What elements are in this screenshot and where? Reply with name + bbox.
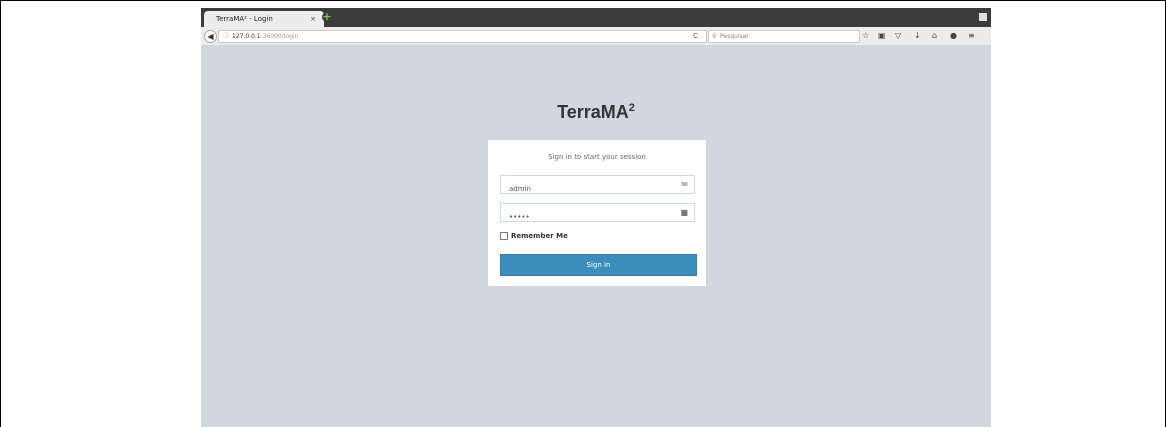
lock-icon: ■ (680, 208, 688, 217)
new-tab-icon[interactable]: + (322, 11, 332, 22)
remember-me-label: Remember Me (511, 232, 568, 240)
info-icon[interactable]: ⓘ (223, 31, 229, 42)
tab-title: TerraMA² - Login (216, 15, 273, 23)
reload-icon[interactable]: C (693, 30, 698, 42)
tab-close-icon[interactable]: × (310, 11, 316, 27)
login-box: Sign in to start your session ✉ ■ Rememb… (488, 140, 706, 286)
navigation-bar: ◀ ⓘ 127.0.0.1:36000/login C ⚲ Pesquisar … (201, 27, 991, 46)
window-icon[interactable] (979, 13, 987, 21)
logo-text: TerraMA (557, 102, 629, 122)
username-field[interactable] (501, 180, 679, 198)
login-box-message: Sign in to start your session (548, 153, 646, 161)
search-icon: ⚲ (712, 33, 717, 40)
chat-icon[interactable]: ● (950, 29, 957, 43)
home-icon[interactable]: ⌂ (932, 29, 937, 43)
url-path: :36000/login (260, 33, 299, 40)
back-arrow-icon[interactable]: ◀ (204, 30, 217, 43)
tab-terrama-login[interactable]: TerraMA² - Login × (204, 11, 324, 27)
url-host: 127.0.0.1 (232, 33, 261, 40)
url-bar[interactable]: ⓘ 127.0.0.1:36000/login (218, 30, 707, 43)
password-field-wrapper: ■ (500, 203, 695, 226)
search-placeholder: Pesquisar (720, 33, 749, 40)
frame-border (0, 0, 1, 427)
tab-bar: TerraMA² - Login × + (201, 8, 991, 27)
url-text: 127.0.0.1:36000/login (232, 31, 298, 42)
browser-window: TerraMA² - Login × + ◀ ⓘ 127.0.0.1:36000… (201, 8, 991, 427)
page-content: TerraMA2 Sign in to start your session ✉… (201, 45, 991, 427)
username-field-wrapper: ✉ (500, 175, 695, 198)
reading-list-icon[interactable]: ▣ (878, 29, 886, 43)
password-field[interactable] (501, 208, 679, 226)
pocket-icon[interactable]: ▽ (895, 29, 901, 43)
menu-icon[interactable]: ≡ (968, 29, 975, 43)
page-logo: TerraMA2 (201, 102, 991, 123)
remember-me[interactable]: Remember Me (500, 232, 568, 241)
search-bar[interactable]: ⚲ Pesquisar (708, 30, 860, 43)
frame-border (0, 0, 1166, 1)
envelope-icon: ✉ (681, 180, 688, 189)
logo-superscript: 2 (628, 102, 635, 114)
download-icon[interactable]: ↓ (914, 29, 921, 43)
sign-in-button[interactable]: Sign In (500, 254, 697, 276)
bookmark-star-icon[interactable]: ☆ (862, 29, 869, 43)
remember-me-checkbox[interactable] (500, 232, 508, 240)
